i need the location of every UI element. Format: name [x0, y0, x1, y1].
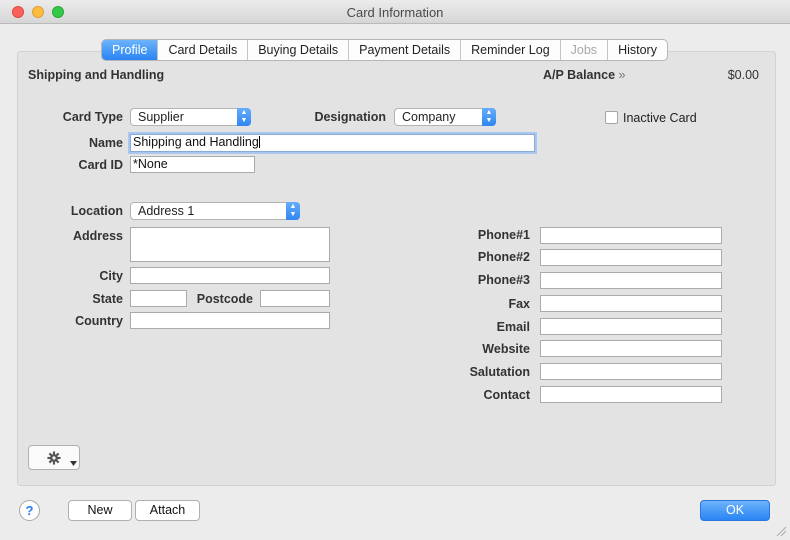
website-input[interactable]	[540, 340, 722, 357]
name-input-text: Shipping and Handling	[133, 135, 259, 149]
postcode-label: Postcode	[196, 292, 253, 306]
designation-value: Company	[402, 110, 456, 124]
help-button[interactable]: ?	[19, 500, 40, 521]
address-input[interactable]	[130, 227, 330, 262]
phone1-input[interactable]	[540, 227, 722, 244]
attach-button[interactable]: Attach	[135, 500, 200, 521]
double-chevron-icon: »	[618, 68, 626, 82]
updown-chevron-icon: ▲ ▼	[482, 108, 496, 126]
tab-reminder-log[interactable]: Reminder Log	[461, 40, 561, 60]
balance-label: A/P Balance	[543, 68, 616, 82]
tab-history[interactable]: History	[608, 40, 667, 60]
location-select[interactable]: Address 1 ▲ ▼	[130, 202, 300, 220]
city-label: City	[99, 269, 123, 283]
location-label: Location	[70, 204, 123, 218]
gear-icon	[47, 451, 61, 465]
country-input[interactable]	[130, 312, 330, 329]
window-title: Card Information	[346, 5, 444, 20]
fax-input[interactable]	[540, 295, 722, 312]
designation-select[interactable]: Company ▲ ▼	[394, 108, 496, 126]
card-id-label: Card ID	[78, 158, 123, 172]
inactive-card-checkbox[interactable]	[605, 111, 618, 124]
website-label: Website	[482, 342, 530, 356]
name-label: Name	[88, 136, 123, 150]
card-type-value: Supplier	[138, 110, 184, 124]
tab-payment-details[interactable]: Payment Details	[349, 40, 462, 60]
card-id-input[interactable]: *None	[130, 156, 255, 173]
address-label: Address	[72, 229, 123, 243]
text-caret	[258, 136, 260, 148]
tab-jobs: Jobs	[561, 40, 609, 60]
name-input[interactable]: Shipping and Handling	[130, 134, 535, 152]
new-button[interactable]: New	[68, 500, 132, 521]
question-icon: ?	[25, 503, 34, 518]
contact-input[interactable]	[540, 386, 722, 403]
state-label: State	[92, 292, 123, 306]
postcode-input[interactable]	[260, 290, 330, 307]
chevron-down-icon	[70, 461, 77, 466]
tab-card-details[interactable]: Card Details	[158, 40, 249, 60]
inactive-card-label: Inactive Card	[623, 111, 697, 125]
location-value: Address 1	[138, 204, 195, 218]
updown-chevron-icon: ▲ ▼	[237, 108, 251, 126]
salutation-label: Salutation	[469, 365, 530, 379]
city-input[interactable]	[130, 267, 330, 284]
card-type-select[interactable]: Supplier ▲ ▼	[130, 108, 251, 126]
phone3-input[interactable]	[540, 272, 722, 289]
country-label: Country	[75, 314, 123, 328]
balance-value: $0.00	[727, 68, 759, 82]
salutation-input[interactable]	[540, 363, 722, 380]
fax-label: Fax	[508, 297, 530, 311]
resize-grip-icon[interactable]	[775, 525, 787, 537]
balance-link[interactable]: A/P Balance »	[543, 68, 625, 82]
phone1-label: Phone#1	[477, 228, 530, 242]
email-input[interactable]	[540, 318, 722, 335]
tab-buying-details[interactable]: Buying Details	[248, 40, 350, 60]
phone3-label: Phone#3	[477, 273, 530, 287]
title-bar: Card Information	[0, 0, 790, 24]
phone2-input[interactable]	[540, 249, 722, 266]
card-name-heading: Shipping and Handling	[28, 68, 165, 82]
actions-menu-button[interactable]	[28, 445, 80, 470]
phone2-label: Phone#2	[477, 250, 530, 264]
tab-bar: Profile Card Details Buying Details Paym…	[101, 39, 668, 61]
card-type-label: Card Type	[62, 110, 123, 124]
ok-button[interactable]: OK	[700, 500, 770, 521]
state-input[interactable]	[130, 290, 187, 307]
contact-label: Contact	[483, 388, 530, 402]
updown-chevron-icon: ▲ ▼	[286, 202, 300, 220]
email-label: Email	[496, 320, 530, 334]
designation-label: Designation	[314, 110, 386, 124]
tab-profile[interactable]: Profile	[102, 40, 159, 60]
